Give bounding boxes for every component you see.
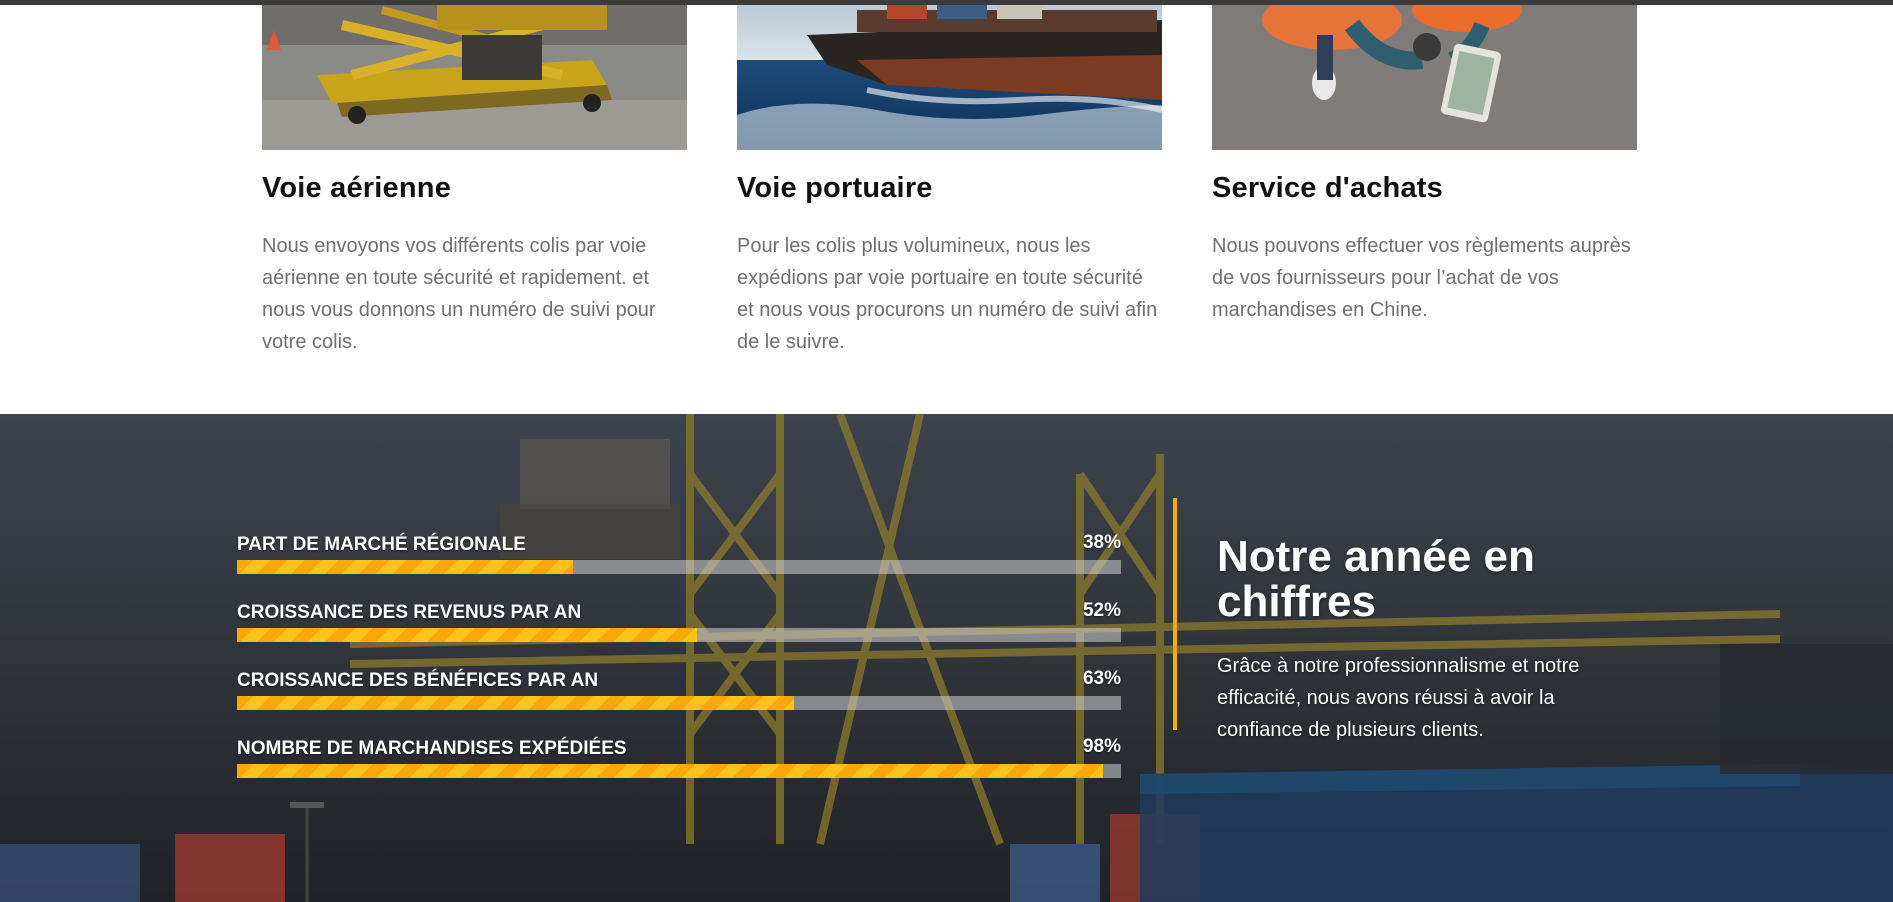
stat-bar-label: CROISSANCE DES REVENUS PAR AN [237, 602, 582, 623]
stat-bar-track [237, 560, 1121, 574]
service-title: Voie portuaire [737, 172, 933, 204]
stat-bar-goods-shipped: NOMBRE DE MARCHANDISES EXPÉDIÉES 98% [237, 736, 1121, 786]
stat-bar-fill [237, 764, 1104, 778]
vertical-divider [1173, 498, 1177, 730]
stat-bar-fill [237, 696, 794, 710]
stats-section: PART DE MARCHÉ RÉGIONALE 38% CROISSANCE … [0, 414, 1893, 902]
service-card-air: Voie aérienne Nous envoyons vos différen… [262, 5, 687, 353]
stat-bar-percent: 38% [1082, 532, 1121, 553]
stat-bar-label: PART DE MARCHÉ RÉGIONALE [237, 534, 526, 555]
container-ship-image [737, 5, 1162, 150]
air-cargo-loader-image [262, 5, 687, 150]
service-title: Service d'achats [1212, 172, 1443, 204]
stat-bar-track [237, 696, 1121, 710]
service-title: Voie aérienne [262, 172, 452, 204]
stat-bar-fill [237, 560, 573, 574]
workers-tablet-image [1212, 5, 1637, 150]
service-card-purchasing: Service d'achats Nous pouvons effectuer … [1212, 5, 1637, 321]
stats-heading: Notre année en chiffres [1217, 532, 1535, 626]
stat-bar-track [237, 764, 1121, 778]
service-description: Nous pouvons effectuer vos règlements au… [1212, 235, 1631, 321]
stat-bar-revenue-growth: CROISSANCE DES REVENUS PAR AN 52% [237, 600, 1121, 650]
stat-bar-percent: 52% [1082, 600, 1121, 621]
stat-bar-label: NOMBRE DE MARCHANDISES EXPÉDIÉES [237, 738, 627, 759]
stat-bar-percent: 63% [1082, 668, 1121, 689]
stat-bar-market-share: PART DE MARCHÉ RÉGIONALE 38% [237, 532, 1121, 582]
stat-bar-fill [237, 628, 697, 642]
services-section: Voie aérienne Nous envoyons vos différen… [0, 0, 1893, 414]
stat-bar-label: CROISSANCE DES BÉNÉFICES PAR AN [237, 670, 599, 691]
service-description: Nous envoyons vos différents colis par v… [262, 235, 656, 353]
service-description: Pour les colis plus volumineux, nous les… [737, 235, 1158, 353]
stat-bar-track [237, 628, 1121, 642]
stats-text: Grâce à notre professionnalisme et notre… [1217, 655, 1580, 741]
stat-bar-percent: 98% [1082, 736, 1121, 757]
service-card-sea: Voie portuaire Pour les colis plus volum… [737, 5, 1162, 353]
stat-bar-profit-growth: CROISSANCE DES BÉNÉFICES PAR AN 63% [237, 668, 1121, 718]
